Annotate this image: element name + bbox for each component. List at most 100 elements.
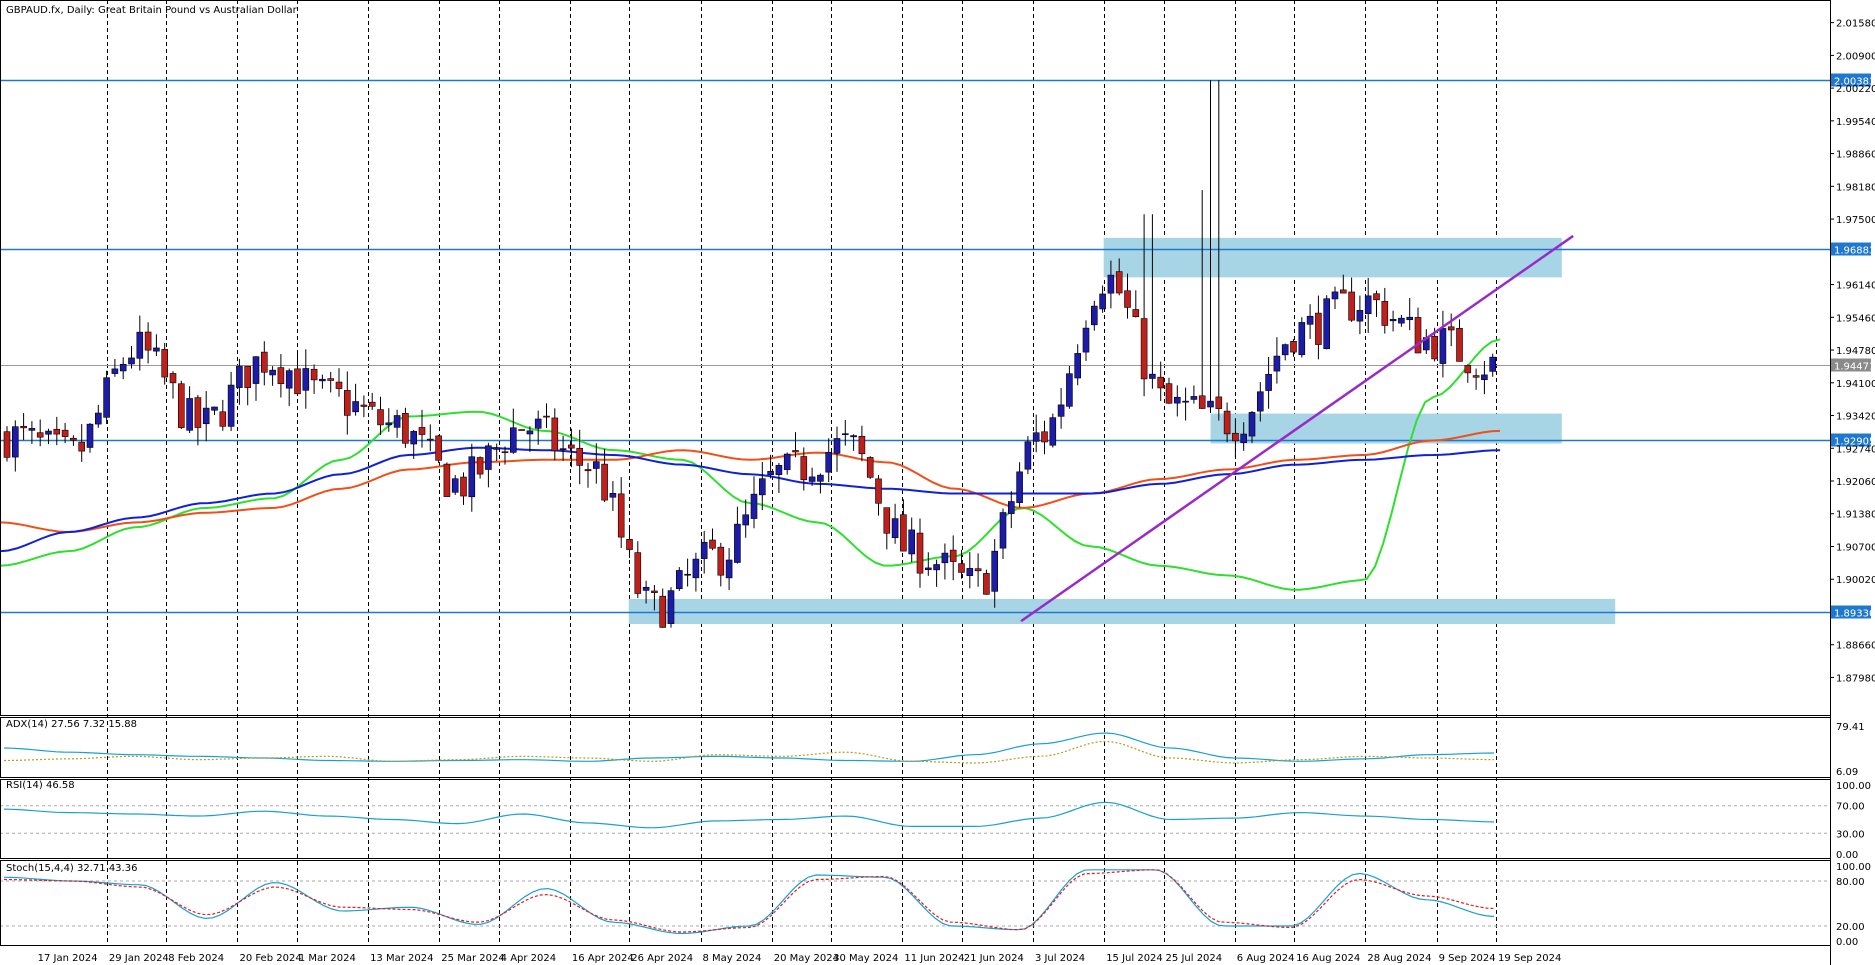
candle-body [1414,317,1422,354]
candle-body [1331,291,1339,300]
candle-body [236,365,243,388]
candle-body [1049,417,1057,446]
candle-body [1091,305,1098,326]
candle-body [1099,293,1106,310]
candle-body [1190,396,1198,400]
time-axis-label: 9 Sep 2024 [1439,953,1496,964]
candle-body [1207,400,1214,408]
adx-axis-label: 79.41 [1836,722,1865,733]
candle-body [800,456,808,481]
candle-body [833,438,841,454]
candle-body [1406,316,1413,321]
candle-body [178,383,185,428]
candle-body [1306,315,1314,325]
candle-body [1198,395,1206,409]
candle-body [559,448,567,450]
candle-body [700,541,708,559]
level-price-tag-text: 1.89330 [1834,609,1875,620]
candle-body [825,451,833,473]
candle-body [1481,374,1488,381]
time-axis-label: 1 Mar 2024 [299,953,356,964]
candle-body [734,523,741,563]
candle-body [1281,344,1289,356]
axis-tick-label: 1.91380 [1836,510,1875,521]
candle-body [260,351,268,373]
candle-body [518,429,525,431]
time-axis-label: 30 May 2024 [833,953,898,964]
candle-body [675,570,683,590]
time-axis-label: 28 Aug 2024 [1367,953,1431,964]
candle-body [1016,471,1023,503]
candle-body [493,447,501,450]
axis-tick-label: 1.97500 [1836,215,1875,226]
time-axis-label: 20 Feb 2024 [239,953,301,964]
candle-body [592,461,600,469]
candle-body [103,377,110,418]
candle-body [684,573,691,576]
candle-body [850,435,857,438]
candle-body [576,447,584,466]
candle-body [435,435,442,461]
axis-tick-label: 1.95460 [1836,313,1875,324]
axis-tick-label: 1.92740 [1836,444,1875,455]
adx-title: ADX(14) 27.56 7.32 15.88 [6,719,137,730]
candle-body [543,415,550,418]
candle-body [1373,293,1380,301]
candle-body [1232,432,1239,442]
candle-body [194,397,202,428]
candle-body [61,429,69,437]
candle-body [1298,322,1306,356]
candle-body [725,559,733,579]
axis-tick-label: 1.88660 [1836,641,1875,652]
candle-body [924,567,932,571]
candle-body [742,514,750,526]
candle-body [534,418,542,429]
axis-tick-label: 1.94100 [1836,379,1875,390]
candle-body [1149,373,1156,379]
time-axis-label: 16 Apr 2024 [572,953,634,964]
candle-body [1240,433,1247,444]
candle-body [186,398,193,431]
candle-body [20,425,27,429]
time-axis[interactable]: 17 Jan 2024 29 Jan 2024 8 Feb 2024 20 Feb 2… [38,953,1562,964]
axis-tick-label: 1.90700 [1836,542,1875,553]
candle-body [974,568,982,572]
candle-body [1223,410,1231,435]
candle-body [111,368,119,374]
candle-body [983,573,990,595]
candle-body [269,369,276,376]
time-axis-label: 11 Jun 2024 [904,953,964,964]
candle-body [1057,404,1065,417]
candle-body [410,431,418,445]
rsi-axis-label: 0.00 [1836,850,1858,861]
candle-body [659,595,667,628]
candle-body [750,493,758,519]
candle-body [916,532,924,574]
stoch-axis-label: 80.00 [1836,877,1865,888]
candle-body [70,437,77,441]
candle-body [343,390,351,416]
axis-tick-label: 1.92060 [1836,477,1875,488]
candle-body [933,564,940,571]
price-chart[interactable]: 2.003831.968831.944711.929051.89330 79.4… [0,0,1875,965]
candle-body [319,378,326,382]
candle-body [717,546,725,576]
candle-body [36,432,44,438]
stoch-title: Stoch(15,4,4) 32.71 43.36 [6,863,137,874]
candle-body [1431,335,1438,360]
candle-body [368,401,376,407]
candle-body [501,451,509,454]
candle-body [1165,383,1173,404]
time-axis-label: 3 Jul 2024 [1035,953,1085,964]
candle-body [509,427,517,453]
axis-tick-label: 2.00220 [1836,84,1875,95]
time-axis-label: 13 Mar 2024 [370,953,433,964]
stoch-axis-label: 20.00 [1836,922,1865,933]
rsi-axis-label: 100.00 [1836,781,1871,792]
candle-body [1182,400,1189,403]
candle-body [775,465,783,475]
stoch-axis-label: 100.00 [1836,862,1871,873]
candle-body [908,529,916,555]
time-axis-label: 16 Aug 2024 [1296,953,1360,964]
candle-body [1389,319,1397,322]
